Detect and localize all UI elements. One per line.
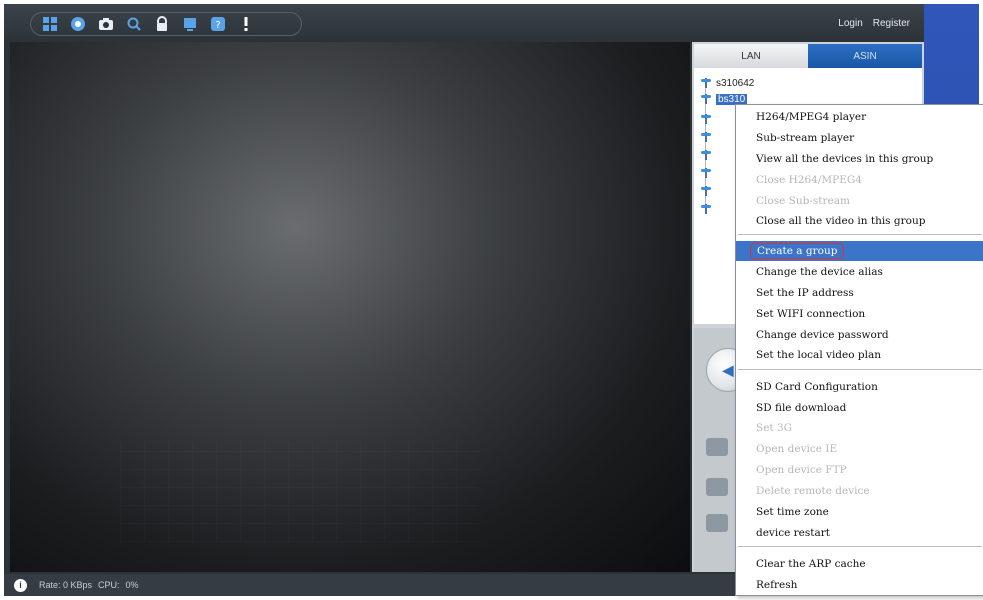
display-icon[interactable] — [179, 14, 201, 34]
snapshot-button[interactable] — [706, 438, 728, 456]
toolbar: ? Login Register — [4, 4, 924, 42]
camera-device-icon — [700, 149, 712, 161]
menu-separator — [738, 234, 982, 235]
video-display[interactable] — [10, 42, 690, 572]
camera-device-icon — [700, 131, 712, 143]
tile-view-icon[interactable] — [39, 14, 61, 34]
menu-item-close-h264: Close H264/MPEG4 — [756, 174, 862, 186]
menu-item-close-all-video[interactable]: Close all the video in this group — [736, 211, 983, 231]
record-icon[interactable] — [67, 14, 89, 34]
lock-icon[interactable] — [151, 14, 173, 34]
tab-lan[interactable]: LAN — [694, 44, 808, 68]
menu-item-close-substream: Close Sub-stream — [756, 195, 850, 207]
menu-item-refresh[interactable]: Refresh — [736, 575, 983, 595]
panel-tabs: LAN ASIN — [694, 44, 922, 68]
status-text: Rate: 0 KBps CPU: 0% — [39, 580, 139, 590]
camera-device-icon — [700, 77, 712, 89]
context-menu: H264/MPEG4 player Sub-stream player View… — [735, 104, 983, 596]
search-icon[interactable] — [123, 14, 145, 34]
menu-item-create-group[interactable]: Create a group — [736, 241, 983, 261]
tree-item-device[interactable] — [700, 148, 716, 162]
menu-item-set-ip[interactable]: Set the IP address — [736, 283, 983, 303]
menu-item-sd-config[interactable]: SD Card Configuration — [736, 377, 983, 397]
menu-item-device-restart[interactable]: device restart — [736, 523, 983, 543]
tree-item-label: bs310 — [716, 93, 748, 105]
menu-item-local-video-plan[interactable]: Set the local video plan — [736, 345, 983, 365]
zoom-button[interactable] — [706, 478, 728, 496]
video-feed-texture — [120, 442, 480, 542]
menu-item-set-wifi[interactable]: Set WIFI connection — [736, 304, 983, 324]
tree-item-device[interactable]: s310642 — [700, 76, 754, 90]
menu-item-view-all-devices[interactable]: View all the devices in this group — [736, 149, 983, 169]
tab-asin[interactable]: ASIN — [808, 44, 922, 68]
menu-item-create-group-label: Create a group — [750, 243, 845, 259]
menu-separator — [738, 369, 982, 370]
svg-text:?: ? — [215, 20, 220, 31]
menu-item-sd-download[interactable]: SD file download — [736, 398, 983, 418]
menu-item-set-time-zone[interactable]: Set time zone — [736, 502, 983, 522]
tree-item-device[interactable] — [700, 166, 716, 180]
account-links: Login Register — [838, 18, 910, 29]
menu-item-change-password[interactable]: Change device password — [736, 325, 983, 345]
tree-item-device[interactable] — [700, 112, 716, 126]
register-link[interactable]: Register — [873, 18, 910, 29]
tree-item-label: s310642 — [716, 77, 755, 89]
tree-item-device[interactable] — [700, 202, 716, 216]
camera-device-icon — [700, 185, 712, 197]
camera-device-icon — [700, 93, 712, 105]
menu-item-change-alias[interactable]: Change the device alias — [736, 262, 983, 282]
menu-item-substream-player[interactable]: Sub-stream player — [736, 128, 983, 148]
rate-readout: Rate: 0 KBps — [39, 580, 93, 590]
tree-item-device[interactable] — [700, 184, 716, 198]
alert-icon[interactable] — [235, 14, 257, 34]
cpu-label: CPU: — [98, 580, 120, 590]
menu-item-set-3g: Set 3G — [756, 422, 793, 434]
login-link[interactable]: Login — [838, 18, 862, 29]
arrow-left-icon[interactable]: ◀ — [723, 362, 734, 379]
menu-separator — [738, 546, 982, 547]
info-icon[interactable]: i — [14, 578, 27, 592]
camera-icon[interactable] — [95, 14, 117, 34]
menu-item-h264-player[interactable]: H264/MPEG4 player — [736, 107, 983, 127]
menu-item-open-ie: Open device IE — [756, 443, 838, 455]
tree-item-device[interactable] — [700, 130, 716, 144]
toolbar-button-group: ? — [30, 12, 302, 36]
menu-item-delete-remote: Delete remote device — [756, 485, 870, 497]
menu-item-clear-arp[interactable]: Clear the ARP cache — [736, 554, 983, 574]
focus-button[interactable] — [706, 514, 728, 532]
cpu-value: 0% — [125, 580, 139, 590]
help-icon[interactable]: ? — [207, 14, 229, 34]
menu-item-open-ftp: Open device FTP — [756, 464, 847, 476]
camera-device-icon — [700, 167, 712, 179]
camera-device-icon — [700, 203, 712, 215]
camera-device-icon — [700, 113, 712, 125]
